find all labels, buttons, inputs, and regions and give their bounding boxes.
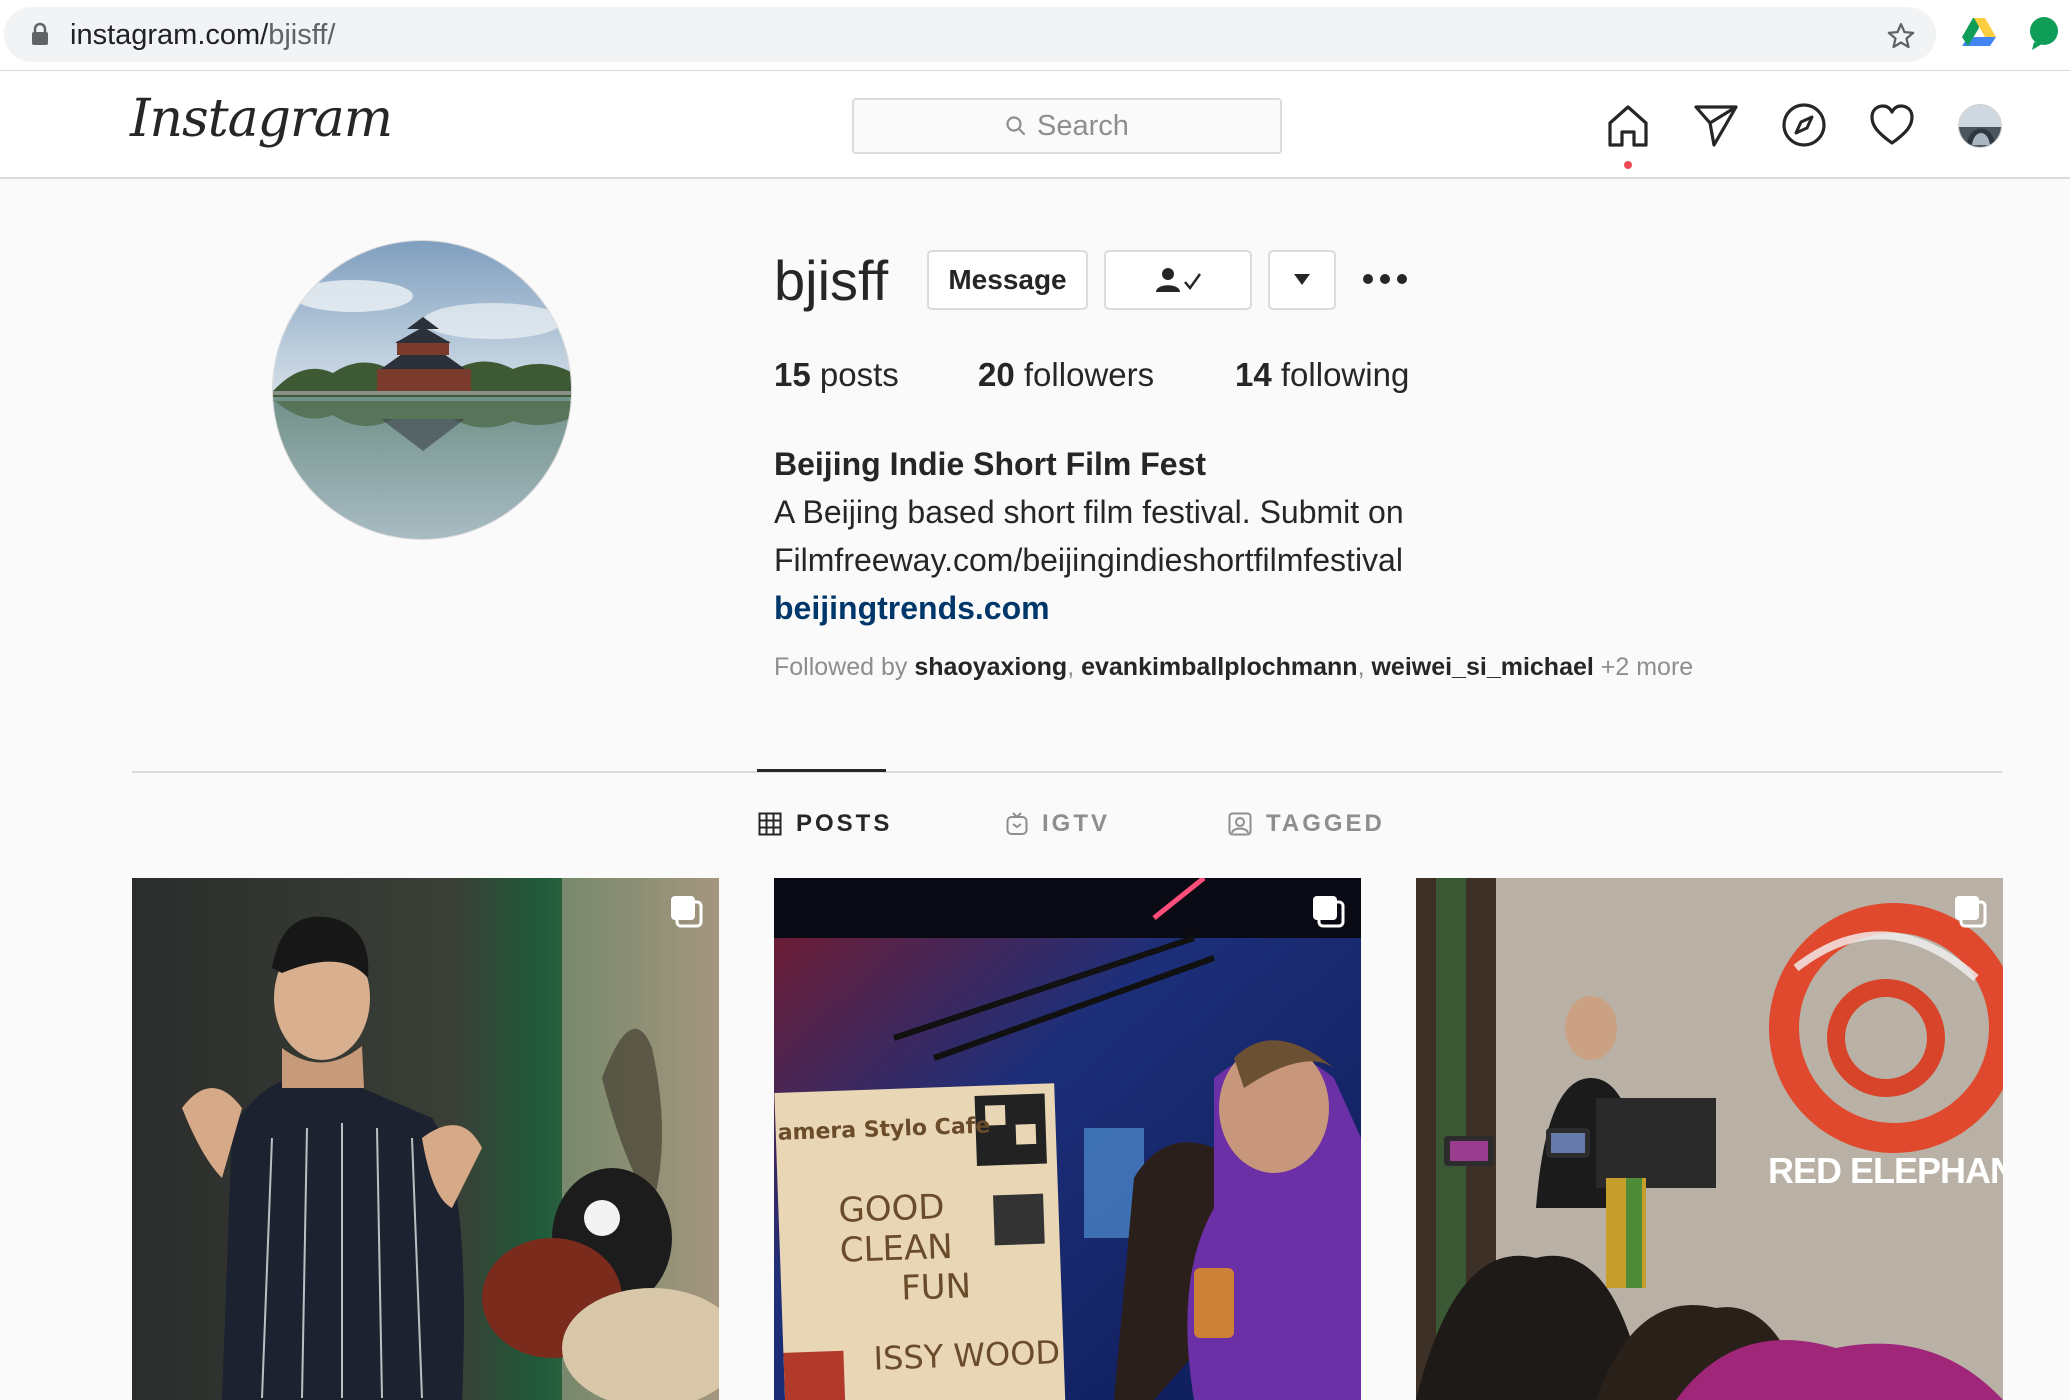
suggested-accounts-dropdown-button[interactable] xyxy=(1268,250,1336,310)
url-text: instagram.com/bjisff/ xyxy=(70,19,335,52)
followed-by-user[interactable]: weiwei_si_michael xyxy=(1371,653,1593,681)
address-bar[interactable]: instagram.com/bjisff/ xyxy=(4,7,1936,62)
tab-posts[interactable]: POSTS xyxy=(758,810,892,838)
search-placeholder: Search xyxy=(1037,109,1129,142)
posts-count: 15 xyxy=(774,356,811,393)
tab-igtv-label: IGTV xyxy=(1042,810,1111,837)
post-thumbnail[interactable]: RED ELEPHANT xyxy=(1416,878,2003,1400)
igtv-icon xyxy=(1006,812,1028,835)
poster-line: GOOD xyxy=(837,1187,946,1231)
multiple-photos-icon xyxy=(1955,896,1987,928)
direct-message-icon[interactable] xyxy=(1692,101,1740,149)
stat-posts[interactable]: 15 posts xyxy=(774,356,978,394)
search-icon xyxy=(1006,116,1026,136)
profile-bio: Beijing Indie Short Film Fest A Beijing … xyxy=(774,440,1404,632)
tab-igtv[interactable]: IGTV xyxy=(1006,810,1110,838)
tab-tagged[interactable]: TAGGED xyxy=(1228,810,1385,838)
multiple-photos-icon xyxy=(671,896,703,928)
following-label: following xyxy=(1280,356,1410,393)
stat-followers[interactable]: 20 followers xyxy=(978,356,1235,394)
tab-tagged-label: TAGGED xyxy=(1266,810,1385,837)
profile-avatar[interactable] xyxy=(272,240,572,540)
followers-label: followers xyxy=(1023,356,1155,393)
post-thumbnail[interactable] xyxy=(132,878,719,1400)
followed-by-user[interactable]: shaoyaxiong xyxy=(914,653,1067,681)
posts-label: posts xyxy=(819,356,899,393)
notification-dot xyxy=(1624,161,1632,169)
following-count: 14 xyxy=(1235,356,1272,393)
poster-line: ISSY WOOD xyxy=(872,1333,1061,1378)
profile-stats: 15 posts 20 followers 14 following xyxy=(774,356,1409,394)
active-tab-indicator xyxy=(757,769,886,772)
message-button[interactable]: Message xyxy=(927,250,1088,310)
browser-toolbar: instagram.com/bjisff/ xyxy=(0,0,2070,71)
followed-by-user[interactable]: evankimballplochmann xyxy=(1081,653,1357,681)
tab-posts-label: POSTS xyxy=(796,810,893,837)
more-options-icon[interactable] xyxy=(1362,272,1408,286)
instagram-navbar: Instagram Search xyxy=(0,71,2070,179)
bookmark-star-icon[interactable] xyxy=(1886,21,1916,51)
followers-count: 20 xyxy=(978,356,1015,393)
caret-down-icon xyxy=(1294,274,1310,285)
user-avatar[interactable] xyxy=(1958,104,2002,148)
profile-username: bjisff xyxy=(774,249,889,312)
profile-full-name: Beijing Indie Short Film Fest xyxy=(774,446,1207,482)
search-input[interactable]: Search xyxy=(852,98,1282,154)
home-icon[interactable] xyxy=(1604,101,1652,149)
user-check-icon xyxy=(1156,268,1202,292)
red-elephant-brand-text: RED ELEPHANT xyxy=(1768,1150,2003,1191)
followed-by-more[interactable]: +2 more xyxy=(1601,653,1693,681)
multiple-photos-icon xyxy=(1313,896,1345,928)
stat-following[interactable]: 14 following xyxy=(1235,356,1409,394)
tagged-icon xyxy=(1228,812,1252,836)
bio-line-2: Filmfreeway.com/beijingindieshortfilmfes… xyxy=(774,542,1403,578)
post-image xyxy=(1416,878,2003,1400)
poster-line: CLEAN xyxy=(839,1226,954,1271)
google-drive-icon[interactable] xyxy=(1962,17,1996,47)
url-path: bjisff/ xyxy=(268,19,336,51)
extension-bubble-icon[interactable] xyxy=(2028,16,2060,50)
explore-compass-icon[interactable] xyxy=(1780,101,1828,149)
tabs-divider xyxy=(132,771,2002,773)
website-link[interactable]: beijingtrends.com xyxy=(774,584,1404,632)
event-poster: amera Stylo Cafe GOOD CLEAN FUN ISSY WOO… xyxy=(774,1083,1066,1400)
followed-by[interactable]: Followed by shaoyaxiong, evankimballploc… xyxy=(774,653,1693,682)
grid-icon xyxy=(758,812,782,836)
post-image xyxy=(132,878,719,1400)
followed-by-prefix: Followed by xyxy=(774,653,908,681)
activity-heart-icon[interactable] xyxy=(1868,101,1916,149)
post-thumbnail[interactable]: amera Stylo Cafe GOOD CLEAN FUN ISSY WOO… xyxy=(774,878,1361,1400)
lock-icon xyxy=(32,22,48,45)
instagram-logo[interactable]: Instagram xyxy=(130,89,393,149)
following-status-button[interactable] xyxy=(1104,250,1252,310)
poster-line: FUN xyxy=(900,1266,972,1309)
bio-line-1: A Beijing based short film festival. Sub… xyxy=(774,494,1404,530)
url-host: instagram.com/ xyxy=(70,19,269,51)
